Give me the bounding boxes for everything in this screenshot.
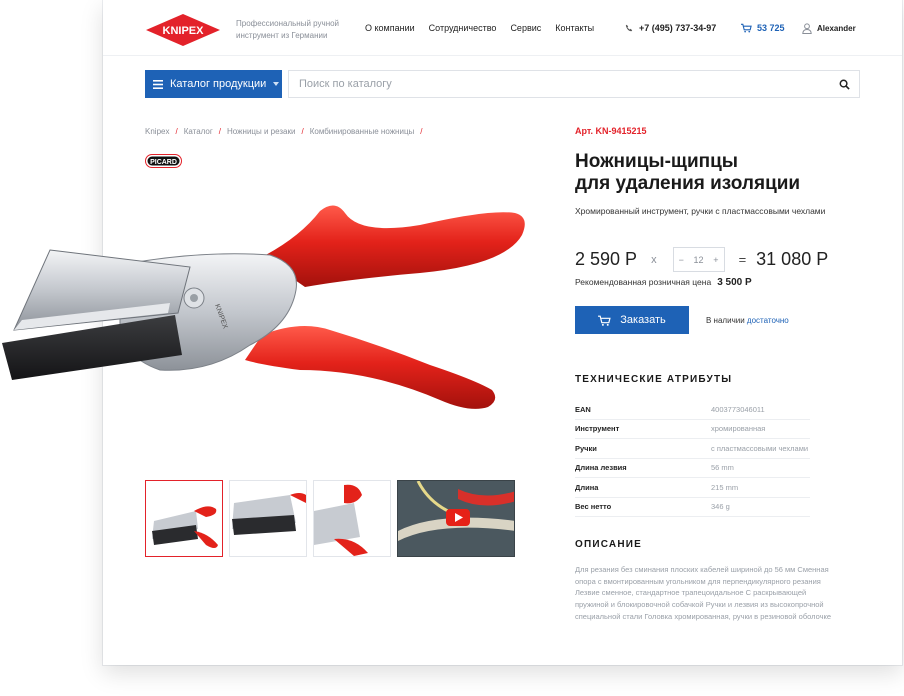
site-header: KNIPEX Профессиональный ручной инструмен…	[103, 0, 902, 56]
description-title: ОПИСАНИЕ	[575, 539, 643, 550]
search-input[interactable]	[289, 71, 829, 97]
phone-number: +7 (495) 737-34-97	[639, 23, 717, 33]
breadcrumb-separator: /	[420, 127, 423, 136]
thumbnail-image	[152, 506, 218, 548]
product-article: Арт. KN-9415215	[575, 126, 647, 136]
nav-cooperation[interactable]: Сотрудничество	[429, 23, 497, 33]
catalog-label: Каталог продукции	[170, 78, 267, 90]
thumbnail-3[interactable]	[313, 480, 391, 557]
attribute-row: Длина 215 mm	[575, 478, 810, 498]
nav-contacts[interactable]: Контакты	[555, 23, 594, 33]
upper-handle	[262, 205, 525, 287]
user-name: Alexander	[817, 24, 856, 33]
thumbnail-2[interactable]	[229, 480, 307, 557]
hamburger-icon	[153, 79, 163, 89]
product-main-image[interactable]: KNIPEX	[0, 195, 904, 425]
video-preview	[398, 481, 514, 556]
thumbnail-strip	[145, 480, 515, 557]
attribute-key: Ручки	[575, 443, 597, 453]
thumbnail-1[interactable]	[145, 480, 223, 557]
svg-text:KNIPEX: KNIPEX	[163, 25, 205, 37]
search-bar	[288, 70, 860, 98]
cart-total: 53 725	[757, 23, 785, 33]
description-text: Для резания без сминания плоских кабелей…	[575, 565, 832, 621]
phone-link[interactable]: +7 (495) 737-34-97	[625, 23, 716, 33]
thumbnail-image	[314, 484, 368, 556]
product-title-line-2: для удаления изоляции	[575, 173, 801, 194]
picard-brand-logo: PICARD	[145, 154, 182, 168]
breadcrumb-item-combined[interactable]: Комбинированные ножницы	[310, 127, 415, 136]
attribute-key: Инструмент	[575, 424, 620, 434]
attribute-row: Вес нетто 346 g	[575, 498, 810, 517]
attribute-key: Вес нетто	[575, 502, 612, 512]
attribute-row: Ручки с пластмассовыми чехлами	[575, 439, 810, 459]
attribute-key: Длина	[575, 482, 599, 492]
catalog-menu-button[interactable]: Каталог продукции	[145, 70, 282, 98]
cart-link[interactable]: 53 725	[741, 23, 785, 33]
attribute-key: Длина лезвия	[575, 463, 627, 473]
product-title: Ножницы-щипцы для удаления изоляции	[575, 151, 875, 195]
phone-icon	[625, 24, 633, 32]
knipex-logo[interactable]: KNIPEX	[145, 13, 221, 47]
lower-handle	[245, 326, 496, 409]
breadcrumb: Knipex / Каталог / Ножницы и резаки / Ко…	[145, 127, 423, 136]
nav-about[interactable]: О компании	[365, 23, 415, 33]
attribute-value: 215 mm	[711, 482, 739, 492]
cart-icon	[741, 23, 752, 33]
breadcrumb-separator: /	[301, 127, 304, 136]
breadcrumb-separator: /	[175, 127, 178, 136]
search-icon	[839, 79, 850, 90]
pivot-center	[190, 294, 198, 302]
product-title-line-1: Ножницы-щипцы	[575, 151, 739, 172]
breadcrumb-item-knipex[interactable]: Knipex	[145, 127, 169, 136]
user-icon	[802, 23, 812, 34]
nav-service[interactable]: Сервис	[510, 23, 541, 33]
thumbnail-video[interactable]	[397, 480, 515, 557]
user-menu[interactable]: Alexander	[802, 23, 856, 34]
thumbnail-image	[232, 493, 306, 535]
site-tagline: Профессиональный ручной инструмент из Ге…	[236, 19, 340, 40]
attribute-row: Длина лезвия 56 mm	[575, 459, 810, 478]
breadcrumb-item-catalog[interactable]: Каталог	[184, 127, 213, 136]
attribute-value: 346 g	[711, 502, 730, 512]
attribute-value: с пластмассовыми чехлами	[711, 443, 809, 453]
chevron-down-icon	[273, 82, 280, 86]
attribute-value: хромированная	[711, 424, 766, 434]
main-nav: О компании Сотрудничество Сервис Контакт…	[365, 23, 594, 33]
search-button[interactable]	[829, 79, 859, 90]
attribute-value: 56 mm	[711, 463, 734, 473]
svg-text:PICARD: PICARD	[150, 159, 177, 166]
breadcrumb-separator: /	[218, 127, 222, 136]
breadcrumb-item-scissors[interactable]: Ножницы и резаки	[227, 127, 295, 136]
